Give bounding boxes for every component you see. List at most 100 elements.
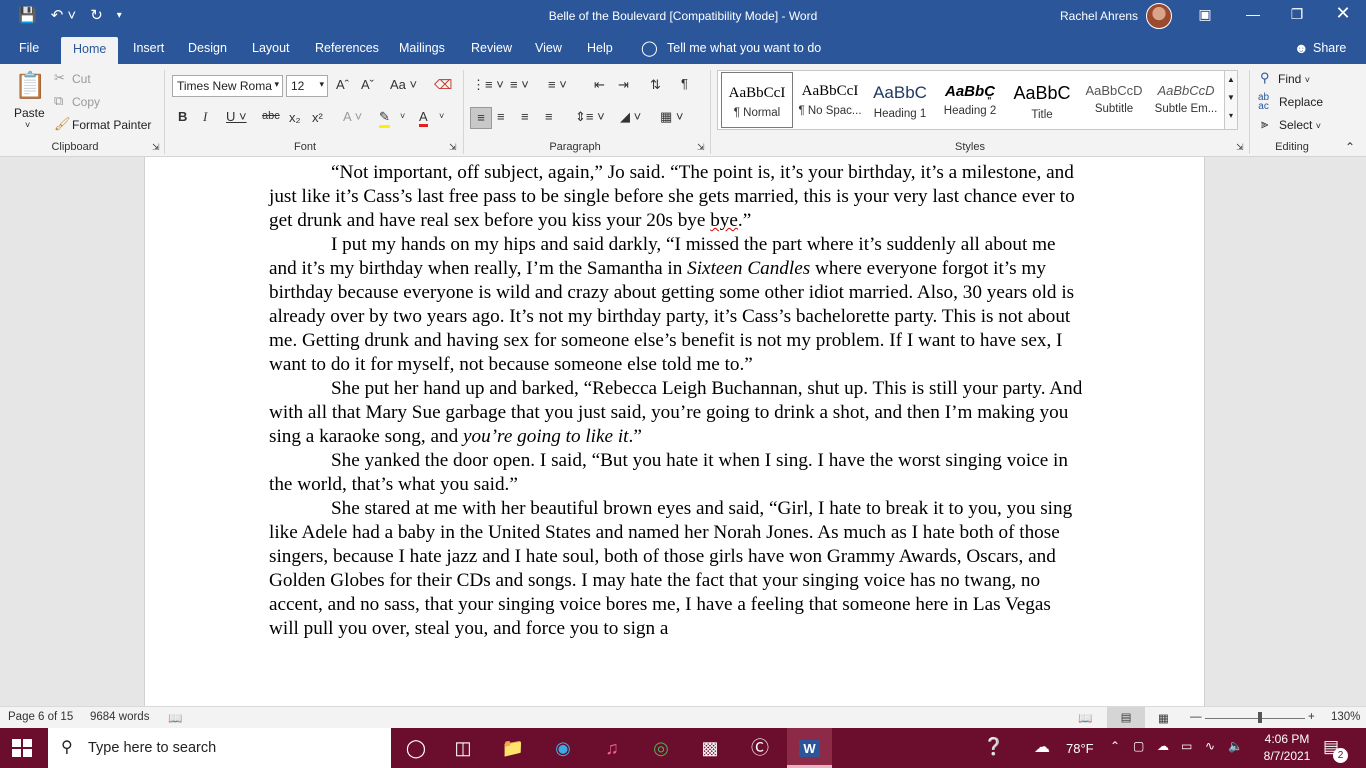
volume-icon[interactable]: 🔈 bbox=[1228, 739, 1243, 753]
zoom-slider-thumb[interactable] bbox=[1258, 712, 1262, 723]
zoom-slider[interactable] bbox=[1205, 718, 1305, 719]
scrivener-icon[interactable]: Ⓒ bbox=[744, 735, 776, 761]
tab-insert[interactable]: Insert bbox=[133, 41, 164, 55]
edge-icon[interactable]: ◉ bbox=[547, 735, 579, 761]
font-color-icon[interactable]: A bbox=[419, 109, 428, 127]
align-right-icon[interactable]: ≡ bbox=[521, 109, 529, 124]
superscript-icon[interactable]: x² bbox=[312, 110, 323, 125]
tab-help[interactable]: Help bbox=[587, 41, 613, 55]
restore-button[interactable]: ❐ bbox=[1282, 6, 1312, 23]
weather-icon[interactable]: ☁ bbox=[1034, 737, 1050, 757]
tab-home[interactable]: Home bbox=[61, 37, 119, 64]
tab-file[interactable]: File bbox=[19, 41, 39, 55]
cut-button[interactable]: Cut bbox=[72, 72, 91, 86]
styles-launcher-icon[interactable]: ⇲ bbox=[1236, 142, 1244, 153]
style-subtitle[interactable]: AaBbCcD Subtitle bbox=[1078, 71, 1150, 129]
show-hidden-icons[interactable]: ⌃ bbox=[1110, 739, 1120, 753]
text-effects-icon[interactable]: A ˅ bbox=[343, 109, 362, 124]
numbering-icon[interactable]: ≡ ˅ bbox=[510, 77, 529, 92]
align-left-icon[interactable]: ≡ bbox=[470, 107, 492, 129]
battery-icon[interactable]: ▭ bbox=[1181, 739, 1192, 753]
shrink-font-icon[interactable]: Aˇ bbox=[361, 77, 374, 92]
styles-gallery-scroll[interactable]: ▲ ▼ ▾ bbox=[1224, 70, 1238, 130]
zoom-out-button[interactable]: — bbox=[1190, 711, 1202, 723]
zoom-level[interactable]: 130% bbox=[1331, 711, 1360, 723]
change-case-icon[interactable]: Aa ˅ bbox=[390, 77, 417, 92]
subscript-icon[interactable]: x₂ bbox=[289, 110, 301, 125]
highlight-dropdown-icon[interactable]: ˅ bbox=[400, 111, 405, 121]
sort-icon[interactable]: ⇅ bbox=[650, 77, 661, 93]
copy-button[interactable]: Copy bbox=[72, 95, 100, 109]
style-no-spacing[interactable]: AaBbCcI ¶ No Spac... bbox=[794, 71, 866, 129]
document-body[interactable]: “Not important, off subject, again,” Jo … bbox=[269, 161, 1084, 641]
highlight-icon[interactable]: ✎ bbox=[379, 109, 390, 128]
web-layout-icon[interactable]: ▦ bbox=[1158, 711, 1169, 725]
style-heading-2[interactable]: AaBbC͈ Heading 2 bbox=[934, 71, 1006, 129]
font-color-dropdown-icon[interactable]: ˅ bbox=[439, 111, 444, 121]
decrease-indent-icon[interactable]: ⇤ bbox=[594, 77, 605, 93]
underline-icon[interactable]: U ˅ bbox=[226, 109, 247, 124]
strikethrough-icon[interactable]: abc bbox=[262, 110, 280, 122]
tab-view[interactable]: View bbox=[535, 41, 562, 55]
bullets-icon[interactable]: ⋮≡ ˅ bbox=[472, 77, 504, 93]
paste-icon[interactable]: 📋 bbox=[14, 70, 46, 102]
save-icon[interactable]: 💾 bbox=[18, 6, 37, 24]
style-title[interactable]: AaBbC Title bbox=[1006, 71, 1078, 129]
search-placeholder[interactable]: Type here to search bbox=[88, 740, 216, 756]
paste-dropdown-icon[interactable]: ˅ bbox=[25, 120, 30, 130]
find-button[interactable]: Find ˅ bbox=[1278, 72, 1310, 86]
borders-icon[interactable]: ▦ ˅ bbox=[660, 109, 684, 125]
show-formatting-marks-icon[interactable]: ¶ bbox=[681, 76, 688, 91]
paste-button[interactable]: Paste bbox=[14, 106, 45, 120]
app-icon[interactable]: ▩ bbox=[694, 735, 726, 761]
font-launcher-icon[interactable]: ⇲ bbox=[449, 142, 457, 153]
weather-temp[interactable]: 78°F bbox=[1066, 741, 1094, 756]
clipboard-launcher-icon[interactable]: ⇲ bbox=[152, 142, 160, 153]
increase-indent-icon[interactable]: ⇥ bbox=[618, 77, 629, 93]
clock[interactable]: 4:06 PM 8/7/2021 bbox=[1258, 732, 1316, 763]
task-view-icon[interactable]: ◫ bbox=[447, 735, 479, 761]
tab-design[interactable]: Design bbox=[188, 41, 227, 55]
tab-references[interactable]: References bbox=[315, 41, 379, 55]
word-count[interactable]: 9684 words bbox=[90, 711, 149, 723]
onedrive-icon[interactable]: ☁ bbox=[1157, 739, 1169, 753]
zoom-in-button[interactable]: + bbox=[1308, 711, 1315, 723]
windows-start-icon[interactable] bbox=[12, 739, 32, 757]
ribbon-display-options-icon[interactable]: ▣ bbox=[1190, 6, 1220, 23]
page-count[interactable]: Page 6 of 15 bbox=[8, 711, 73, 723]
customize-qat-icon[interactable]: ▾ bbox=[117, 10, 122, 21]
shading-icon[interactable]: ◢ ˅ bbox=[620, 109, 641, 125]
tab-layout[interactable]: Layout bbox=[252, 41, 290, 55]
chrome-icon[interactable]: ◎ bbox=[645, 735, 677, 761]
read-mode-icon[interactable]: 📖 bbox=[1078, 711, 1092, 725]
justify-icon[interactable]: ≡ bbox=[545, 109, 553, 124]
collapse-ribbon-icon[interactable]: ⌃ bbox=[1345, 140, 1355, 154]
document-page[interactable]: “Not important, off subject, again,” Jo … bbox=[144, 157, 1205, 706]
bold-icon[interactable]: B bbox=[178, 109, 187, 124]
tab-review[interactable]: Review bbox=[471, 41, 512, 55]
close-button[interactable]: ✕ bbox=[1328, 3, 1358, 24]
itunes-icon[interactable]: ♫ bbox=[596, 735, 628, 761]
tab-mailings[interactable]: Mailings bbox=[399, 41, 445, 55]
help-icon[interactable]: ❔ bbox=[983, 737, 1004, 757]
clear-formatting-icon[interactable]: ⌫ bbox=[434, 77, 452, 93]
taskbar-search[interactable]: ⚲ Type here to search bbox=[48, 728, 391, 768]
style-normal[interactable]: AaBbCcI ¶ Normal bbox=[721, 72, 793, 128]
file-explorer-icon[interactable]: 📁 bbox=[497, 735, 529, 761]
italic-icon[interactable]: I bbox=[203, 109, 207, 125]
multilevel-list-icon[interactable]: ≡ ˅ bbox=[548, 77, 567, 92]
redo-icon[interactable]: ↻ bbox=[90, 6, 103, 24]
share-button[interactable]: Share bbox=[1313, 41, 1346, 55]
user-name[interactable]: Rachel Ahrens bbox=[1060, 9, 1138, 23]
style-heading-1[interactable]: AaBbC Heading 1 bbox=[864, 71, 936, 129]
select-button[interactable]: Select ˅ bbox=[1279, 118, 1321, 132]
proofing-icon[interactable]: 📖 bbox=[168, 711, 182, 725]
minimize-button[interactable]: — bbox=[1238, 6, 1268, 22]
undo-icon[interactable]: ↶ ˅ bbox=[51, 6, 77, 24]
format-painter-button[interactable]: Format Painter bbox=[72, 118, 151, 132]
meet-now-icon[interactable]: ▢ bbox=[1133, 739, 1144, 753]
spelling-error-mark[interactable]: bye bbox=[710, 210, 738, 231]
font-name-input[interactable]: Times New Roma bbox=[172, 75, 283, 97]
font-size-input[interactable]: 12 bbox=[286, 75, 328, 97]
tell-me-search[interactable]: Tell me what you want to do bbox=[667, 41, 821, 55]
